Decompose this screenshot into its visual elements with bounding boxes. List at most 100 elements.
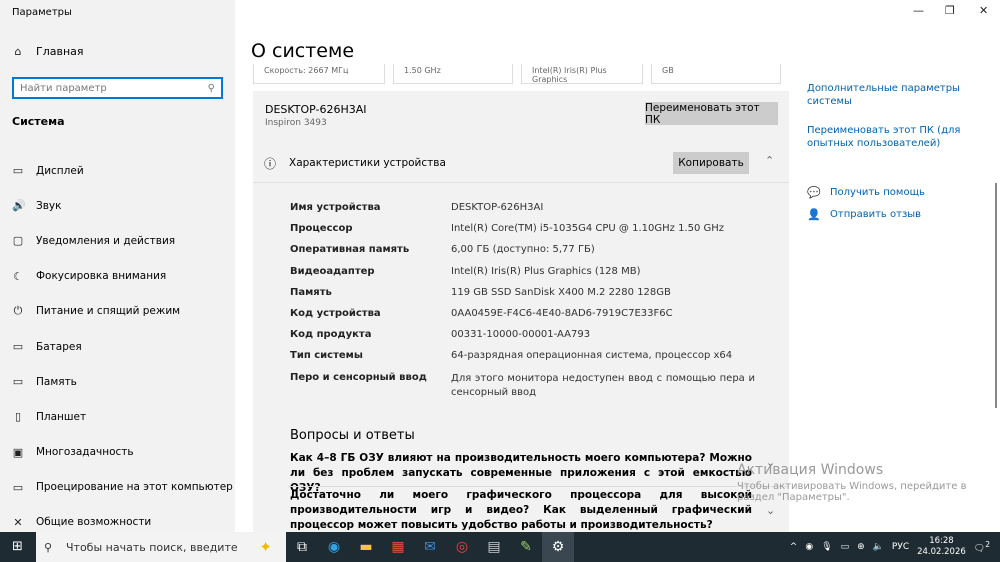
tile-cpu: 1.50 GHz [393, 64, 513, 84]
rename-pc-button[interactable]: Переименовать этот ПК [645, 102, 778, 126]
advanced-settings-link[interactable]: Дополнительные параметры системы [807, 82, 967, 108]
sidebar-item[interactable]: ▭ Проецирование на этот компьютер [0, 470, 235, 505]
sidebar-item-icon: ▭ [12, 164, 24, 178]
sidebar-item-icon: ✕ [13, 515, 23, 529]
qa-title: Вопросы и ответы [290, 428, 415, 443]
taskbar: ⊞ ⚲ Чтобы начать поиск, введите ✦ ⧉ ◉ ▬ … [0, 532, 1000, 562]
spec-value[interactable]: DESKTOP-626H3AI [451, 202, 755, 223]
spec-value[interactable]: 64-разрядная операционная система, проце… [451, 350, 755, 371]
search-input[interactable]: Найти параметр ⚲ [12, 77, 223, 99]
tile-gpu: Intel(R) Iris(R) Plus Graphics [521, 64, 643, 84]
mic-icon[interactable]: 🎙 [821, 542, 832, 552]
chevron-up-icon[interactable]: ⌃ [765, 154, 774, 167]
sidebar-item-icon: ▣ [12, 445, 24, 459]
sidebar-item-label: Дисплей [36, 164, 84, 177]
chevron-up-icon[interactable]: ^ [790, 542, 798, 552]
spec-key: Память [290, 286, 332, 298]
mail-icon[interactable]: ✉ [414, 539, 446, 555]
settings-icon[interactable]: ⚙ [542, 532, 574, 562]
taskbar-search[interactable]: ⚲ Чтобы начать поиск, введите ✦ [36, 532, 286, 562]
sidebar-item-label: Звук [36, 199, 62, 212]
language-indicator[interactable]: РУС [892, 542, 909, 552]
spec-value[interactable]: Intel(R) Core(TM) i5-1035G4 CPU @ 1.10GH… [451, 223, 755, 244]
volume-icon[interactable]: 🔈 [873, 542, 884, 552]
sidebar-item[interactable]: ☾ Фокусировка внимания [0, 259, 235, 294]
sidebar-item-icon: 🔊 [12, 199, 26, 213]
feedback-icon: 👤 [807, 208, 821, 221]
maximize-button[interactable]: ❐ [945, 4, 955, 17]
feedback-link[interactable]: Отправить отзыв [830, 208, 990, 221]
paint-icon[interactable]: ✎ [510, 539, 542, 555]
clock[interactable]: 16:28 24.02.2026 [917, 536, 966, 558]
spec-value[interactable]: 0AA0459E-F4C6-4E40-8AD6-7919C7E33F6C [451, 308, 755, 329]
spec-row: Код продукта 00331-10000-00001-AA793 [290, 329, 755, 350]
spec-value[interactable]: 6,00 ГБ (доступно: 5,77 ГБ) [451, 244, 755, 265]
sidebar-item[interactable]: 🔊 Звук [0, 188, 235, 223]
sidebar-item[interactable]: ▣ Многозадачность [0, 435, 235, 470]
tile-storage: GB [651, 64, 781, 84]
rename-advanced-link[interactable]: Переименовать этот ПК (для опытных польз… [807, 124, 967, 150]
copy-button[interactable]: Копировать [673, 152, 749, 174]
sidebar-item[interactable]: ▢ Уведомления и действия [0, 223, 235, 258]
spec-value[interactable]: Intel(R) Iris(R) Plus Graphics (128 MB) [451, 266, 755, 287]
sidebar-item[interactable]: ▭ Дисплей [0, 153, 235, 188]
spec-key: Имя устройства [290, 202, 381, 213]
time: 16:28 [929, 536, 954, 546]
help-icon: 💬 [807, 186, 821, 199]
sidebar-item[interactable]: ▭ Батарея [0, 329, 235, 364]
spec-row: Тип системы 64-разрядная операционная сис… [290, 350, 755, 371]
notifications-icon[interactable]: 🗨2 [974, 540, 990, 554]
taskbar-search-text: Чтобы начать поиск, введите [66, 540, 238, 554]
scrollbar[interactable] [995, 183, 997, 408]
sidebar-item-label: Память [36, 375, 77, 388]
sidebar-item-label: Питание и спящий режим [36, 305, 181, 318]
sidebar-item-icon: ▢ [12, 234, 24, 248]
windows-start-icon[interactable]: ⊞ [12, 539, 23, 554]
spec-key: Оперативная память [290, 244, 410, 256]
get-help-link[interactable]: Получить помощь [830, 186, 990, 199]
pc-name-card: DESKTOP-626H3AI Inspiron 3493 Переименов… [253, 91, 789, 143]
minimize-button[interactable]: — [913, 4, 924, 17]
spec-key: Видеоадаптер [290, 265, 375, 277]
document-icon[interactable]: ▤ [478, 539, 510, 555]
section-title: Система [12, 115, 65, 128]
app-title: Параметры [12, 7, 72, 18]
record-icon[interactable]: ◉ [805, 542, 813, 552]
spec-row: Видеоадаптер Intel(R) Iris(R) Plus Graphi… [290, 266, 755, 287]
main-content: — ❐ ✕ О системе Скорость: 2667 МГц 1.50 … [235, 0, 1000, 532]
activation-watermark-title: Активация Windows [737, 462, 884, 478]
search-icon: ⚲ [207, 82, 215, 94]
spec-key: Код продукта [290, 329, 372, 341]
spec-value[interactable]: Для этого монитора недоступен ввод с пом… [451, 372, 755, 398]
page-title: О системе [251, 40, 355, 62]
info-icon: ⓘ [264, 157, 277, 171]
spec-row: Память 119 GB SSD SanDisk X400 M.2 2280 1… [290, 287, 755, 308]
store-icon[interactable]: ▦ [382, 539, 414, 555]
sidebar-item-label: Общие возможности [36, 516, 152, 529]
sidebar-item-icon: ☾ [13, 269, 23, 283]
sidebar-item[interactable]: ⏻ Питание и спящий режим [0, 294, 235, 329]
sidebar-item-icon: ▭ [12, 375, 24, 389]
spec-row: Процессор Intel(R) Core(TM) i5-1035G4 CPU… [290, 223, 755, 244]
file-explorer-icon[interactable]: ▬ [350, 539, 382, 555]
system-tray: ^ ◉ 🎙 ▭ ⊕ 🔈 РУС 16:28 24.02.2026 🗨2 [790, 532, 990, 562]
close-button[interactable]: ✕ [979, 4, 988, 17]
sidebar-item[interactable]: ▭ Память [0, 364, 235, 399]
spec-row: Код устройства 0AA0459E-F4C6-4E40-8AD6-79… [290, 308, 755, 329]
spec-value[interactable]: 00331-10000-00001-AA793 [451, 329, 755, 350]
network-icon[interactable]: ⊕ [857, 542, 865, 552]
sidebar-home[interactable]: ⌂ Главная [12, 45, 84, 58]
chrome-icon[interactable]: ◎ [446, 539, 478, 555]
task-view-icon[interactable]: ⧉ [286, 539, 318, 555]
pc-model: Inspiron 3493 [265, 118, 327, 128]
chevron-down-icon[interactable]: ⌄ [766, 504, 775, 517]
search-placeholder: Найти параметр [20, 82, 107, 94]
home-icon: ⌂ [14, 45, 22, 58]
sidebar-item-label: Батарея [36, 340, 82, 353]
edge-icon[interactable]: ◉ [318, 539, 350, 555]
battery-icon[interactable]: ▭ [841, 542, 850, 552]
sidebar-item[interactable]: ▯ Планшет [0, 399, 235, 434]
spec-value[interactable]: 119 GB SSD SanDisk X400 M.2 2280 128GB [451, 287, 755, 308]
qa-item[interactable]: Достаточно ли моего графического процесс… [290, 488, 752, 533]
spec-key: Перо и сенсорный ввод [290, 371, 427, 383]
